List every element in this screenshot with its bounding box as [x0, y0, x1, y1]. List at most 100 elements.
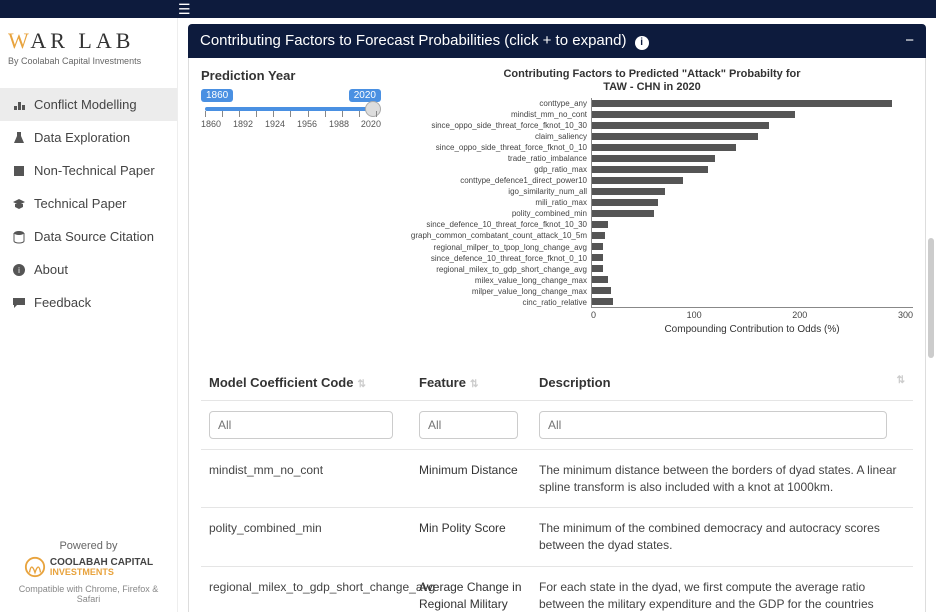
chart-bar	[592, 188, 665, 196]
chart-bar-row	[592, 164, 913, 175]
sidebar-item-label: About	[34, 262, 68, 277]
sidebar-item-non-technical-paper[interactable]: Non-Technical Paper	[0, 154, 177, 187]
collapse-icon[interactable]: −	[905, 32, 914, 49]
chart-bar	[592, 210, 654, 218]
col-header-code[interactable]: Model Coefficient Code	[209, 375, 353, 390]
chart-y-label: since_oppo_side_threat_force_fknot_0_10	[391, 142, 587, 153]
chart-bar	[592, 221, 608, 229]
chart-y-label: conttype_any	[391, 98, 587, 109]
logo-rest: AR LAB	[30, 28, 134, 53]
cell-feature: Minimum Distance	[411, 462, 531, 479]
chart-x-label: Compounding Contribution to Odds (%)	[591, 324, 913, 335]
chart-bar-row	[592, 263, 913, 274]
sidebar-item-about[interactable]: iAbout	[0, 253, 177, 286]
slider-ticks	[205, 111, 377, 117]
sidebar-item-data-exploration[interactable]: Data Exploration	[0, 121, 177, 154]
panel-body: Prediction Year 1860 2020 18601892192419…	[188, 58, 926, 612]
info-icon[interactable]: i	[635, 36, 649, 50]
chart-y-label: milex_value_long_change_max	[391, 275, 587, 286]
chart-bar	[592, 265, 603, 273]
panel-header[interactable]: Contributing Factors to Forecast Probabi…	[188, 24, 926, 58]
chart-y-label: regional_milex_to_gdp_short_change_avg	[391, 264, 587, 275]
sidebar-item-label: Feedback	[34, 295, 91, 310]
top-bar: ☰	[0, 0, 936, 18]
col-header-feature[interactable]: Feature	[419, 375, 466, 390]
year-slider[interactable]: 1860 2020 186018921924195619882020	[201, 89, 381, 149]
table-row: polity_combined_minMin Polity ScoreThe m…	[201, 508, 913, 567]
footer-brand-line1: COOLABAH CAPITAL	[50, 558, 153, 568]
filter-feature-input[interactable]	[419, 411, 518, 439]
sidebar: WAR LAB By Coolabah Capital Investments …	[0, 18, 178, 612]
chart-bar-row	[592, 274, 913, 285]
cell-desc: The minimum distance between the borders…	[531, 462, 913, 496]
chart-y-label: igo_similarity_num_all	[391, 186, 587, 197]
table-header-row: Model Coefficient Code ⇅ Feature ⇅ Descrip…	[201, 365, 913, 401]
cell-desc: The minimum of the combined democracy an…	[531, 520, 913, 554]
chart-y-label: since_defence_10_threat_force_fknot_0_10	[391, 253, 587, 264]
cell-feature: Average Change in Regional Military Expe…	[411, 579, 531, 612]
chart-bar	[592, 111, 795, 119]
logo: WAR LAB By Coolabah Capital Investments	[0, 18, 177, 70]
coolabah-logo-icon	[24, 556, 46, 578]
db-icon	[12, 230, 26, 244]
chart-bar	[592, 166, 708, 174]
sidebar-item-conflict-modelling[interactable]: Conflict Modelling	[0, 88, 177, 121]
chart-y-label: since_defence_10_threat_force_fknot_10_3…	[391, 219, 587, 230]
filter-code-input[interactable]	[209, 411, 393, 439]
sidebar-footer: Powered by COOLABAH CAPITAL INVESTMENTS …	[0, 532, 177, 612]
chart-bar	[592, 155, 715, 163]
chart-bar	[592, 232, 605, 240]
footer-brand-line2: INVESTMENTS	[50, 568, 153, 577]
slider-tick-labels: 186018921924195619882020	[201, 119, 381, 129]
chart-column: Contributing Factors to Predicted "Attac…	[391, 68, 913, 335]
sidebar-item-label: Non-Technical Paper	[34, 163, 155, 178]
chart-y-label: conttype_defence1_direct_power10	[391, 175, 587, 186]
logo-subtitle: By Coolabah Capital Investments	[8, 56, 169, 66]
hamburger-icon[interactable]: ☰	[178, 1, 191, 18]
scrollbar[interactable]	[928, 238, 934, 358]
chart-bar-row	[592, 208, 913, 219]
sort-icon[interactable]: ⇅	[470, 379, 478, 390]
chart-bar-row	[592, 241, 913, 252]
chart-x-axis: 0100200300 Compounding Contribution to O…	[591, 308, 913, 335]
col-header-desc[interactable]: Description	[539, 375, 611, 390]
chart-bar	[592, 100, 892, 108]
chart-bar-row	[592, 131, 913, 142]
chart-bar	[592, 177, 683, 185]
chart-area: conttype_anymindist_mm_no_contsince_oppo…	[391, 98, 913, 308]
slider-end-badge: 2020	[349, 89, 381, 102]
sidebar-item-data-source-citation[interactable]: Data Source Citation	[0, 220, 177, 253]
slider-column: Prediction Year 1860 2020 18601892192419…	[201, 68, 381, 335]
sidebar-nav: Conflict Modelling Data Exploration Non-Te…	[0, 88, 177, 532]
sidebar-item-label: Technical Paper	[34, 196, 127, 211]
chart-bar	[592, 254, 603, 262]
chart-bar-row	[592, 142, 913, 153]
table-body: mindist_mm_no_contMinimum DistanceThe mi…	[201, 450, 913, 612]
chart-bar-row	[592, 197, 913, 208]
chart-bar-row	[592, 98, 913, 109]
chart-y-label: cinc_ratio_relative	[391, 297, 587, 308]
sidebar-item-technical-paper[interactable]: Technical Paper	[0, 187, 177, 220]
powered-by-label: Powered by	[8, 540, 169, 552]
chart-y-label: trade_ratio_imbalance	[391, 153, 587, 164]
flask-icon	[12, 131, 26, 145]
chart-title: Contributing Factors to Predicted "Attac…	[391, 68, 913, 94]
cell-code: mindist_mm_no_cont	[201, 462, 411, 479]
chart-bar	[592, 276, 608, 284]
cell-code: polity_combined_min	[201, 520, 411, 537]
chart-bar	[592, 122, 769, 130]
chart-bar-row	[592, 175, 913, 186]
filter-desc-input[interactable]	[539, 411, 887, 439]
sidebar-item-label: Conflict Modelling	[34, 97, 137, 112]
chart-y-labels: conttype_anymindist_mm_no_contsince_oppo…	[391, 98, 591, 308]
chart-bar-row	[592, 186, 913, 197]
slider-start-badge: 1860	[201, 89, 233, 102]
sidebar-item-feedback[interactable]: Feedback	[0, 286, 177, 319]
chart-y-label: claim_saliency	[391, 131, 587, 142]
sort-icon[interactable]: ⇅	[897, 375, 905, 386]
table-row: regional_milex_to_gdp_short_change_avgAv…	[201, 567, 913, 612]
sort-icon[interactable]: ⇅	[357, 379, 365, 390]
panel-title: Contributing Factors to Forecast Probabi…	[200, 32, 626, 49]
sidebar-item-label: Data Source Citation	[34, 229, 154, 244]
logo-letter: W	[8, 28, 30, 53]
